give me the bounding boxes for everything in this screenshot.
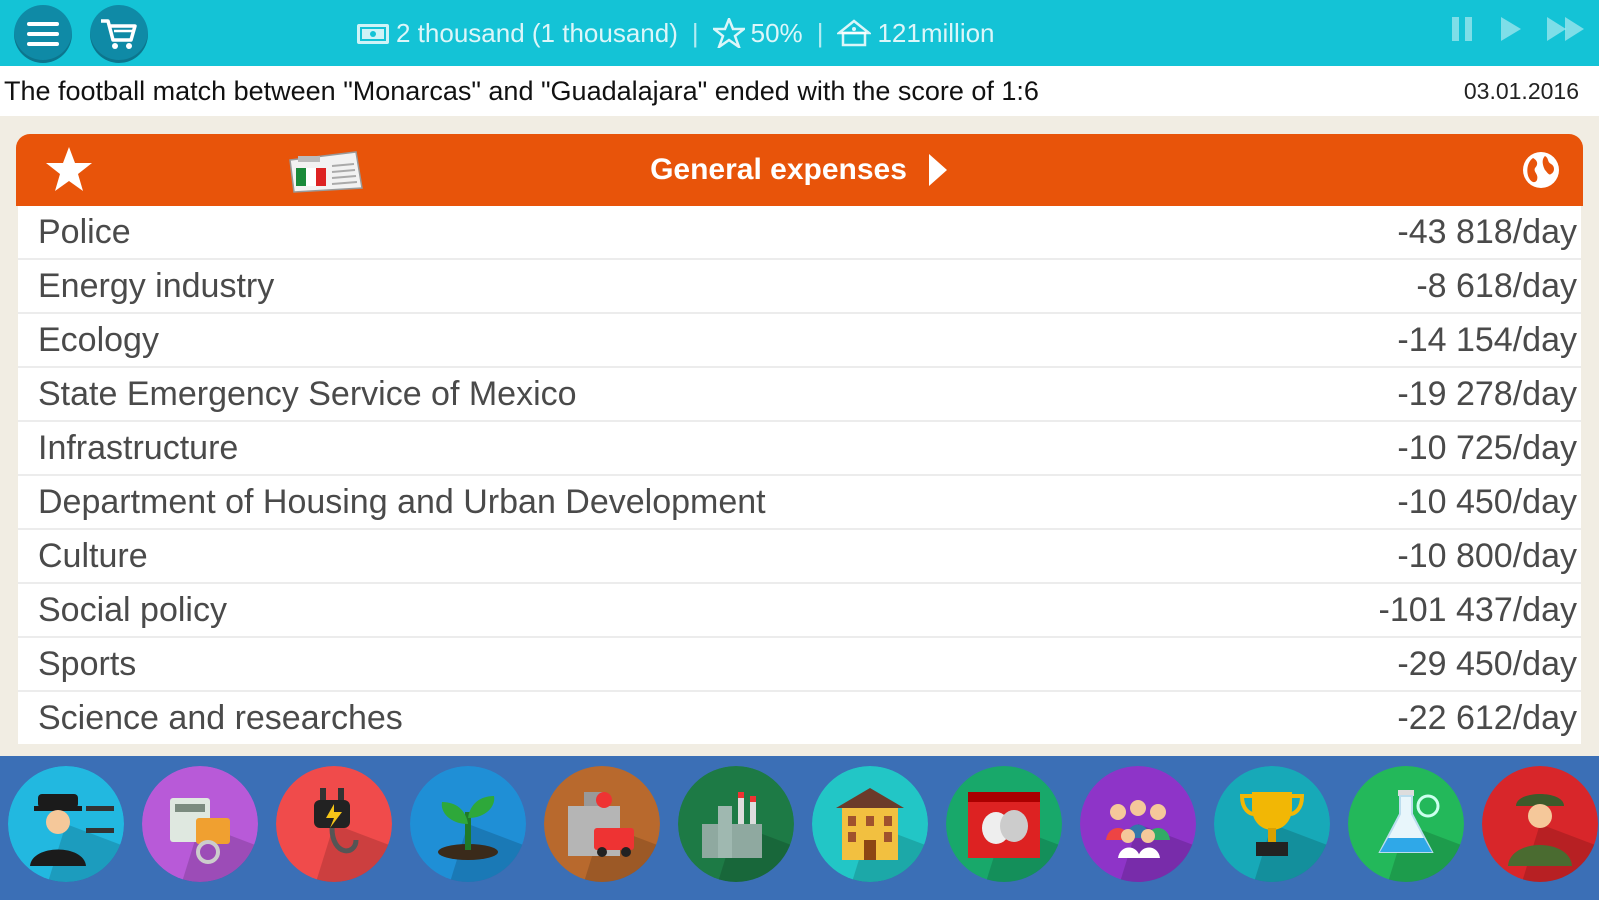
category-button-ecology[interactable]	[410, 766, 526, 882]
expense-amount: -10 450/day	[1397, 482, 1577, 521]
expense-name: Police	[38, 212, 131, 251]
expense-name: Science and researches	[38, 698, 403, 737]
play-button[interactable]	[1497, 14, 1523, 44]
soldier-icon	[1482, 766, 1598, 882]
factory-icon	[678, 766, 794, 882]
rating-value: 50%	[750, 17, 803, 48]
expense-row-infrastructure[interactable]: Infrastructure -10 725/day	[18, 422, 1581, 474]
play-icon	[1501, 17, 1521, 41]
expense-amount: -22 612/day	[1397, 698, 1577, 737]
population-value: 121million	[877, 17, 995, 48]
separator: |	[816, 17, 824, 48]
ecology-sprout-icon	[410, 766, 526, 882]
chevron-right-icon	[928, 154, 947, 186]
game-date: 03.01.2016	[1463, 77, 1579, 104]
top-bar: 2 thousand (1 thousand) | 50% | 121milli…	[0, 0, 1599, 66]
expense-amount: -10 800/day	[1397, 536, 1577, 575]
trophy-icon	[1214, 766, 1330, 882]
category-button-social[interactable]	[1080, 766, 1196, 882]
category-button-power[interactable]	[276, 766, 392, 882]
shopping-cart-icon	[101, 19, 137, 49]
menu-button[interactable]	[14, 5, 72, 63]
fast-forward-icon	[1547, 17, 1584, 41]
housing-icon	[812, 766, 928, 882]
theater-masks-icon	[946, 766, 1062, 882]
police-icon	[8, 766, 124, 882]
panel-title: General expenses	[650, 153, 907, 186]
expense-name: State Emergency Service of Mexico	[38, 374, 577, 413]
category-button-industry[interactable]	[678, 766, 794, 882]
expense-name: Energy industry	[38, 266, 275, 305]
pause-icon	[1452, 17, 1472, 41]
expense-row-culture[interactable]: Culture -10 800/day	[18, 530, 1581, 582]
globe-icon	[1523, 152, 1559, 188]
population-icon	[837, 19, 872, 47]
expense-amount: -10 725/day	[1397, 428, 1577, 467]
category-button-culture[interactable]	[946, 766, 1062, 882]
news-headline: The football match between "Monarcas" an…	[4, 75, 1039, 106]
expense-row-ecology[interactable]: Ecology -14 154/day	[18, 314, 1581, 366]
expense-row-emergency-service[interactable]: State Emergency Service of Mexico -19 27…	[18, 368, 1581, 420]
news-ticker[interactable]: The football match between "Monarcas" an…	[0, 66, 1599, 116]
expense-row-energy-industry[interactable]: Energy industry -8 618/day	[18, 260, 1581, 312]
expense-amount: -14 154/day	[1397, 320, 1577, 359]
category-button-housing[interactable]	[812, 766, 928, 882]
rating-star-icon	[712, 18, 745, 48]
fast-forward-button[interactable]	[1545, 14, 1587, 44]
expense-name: Culture	[38, 536, 148, 575]
globe-button[interactable]	[1521, 150, 1561, 195]
expense-name: Ecology	[38, 320, 159, 359]
expense-row-social-policy[interactable]: Social policy -101 437/day	[18, 584, 1581, 636]
money-value: 2 thousand (1 thousand)	[396, 17, 678, 48]
science-flask-icon	[1348, 766, 1464, 882]
separator: |	[691, 17, 699, 48]
panel-title-switcher[interactable]: General expenses	[16, 134, 1583, 206]
expense-name: Department of Housing and Urban Developm…	[38, 482, 766, 521]
category-button-science[interactable]	[1348, 766, 1464, 882]
panel-header: General expenses	[16, 134, 1583, 206]
expense-name: Sports	[38, 644, 137, 683]
expense-amount: -19 278/day	[1397, 374, 1577, 413]
expense-row-housing[interactable]: Department of Housing and Urban Developm…	[18, 476, 1581, 528]
category-button-energy[interactable]	[142, 766, 258, 882]
money-icon	[356, 20, 390, 46]
hamburger-menu-icon	[27, 22, 59, 46]
expense-row-science[interactable]: Science and researches -22 612/day	[18, 692, 1581, 744]
expense-list[interactable]: Police -43 818/day Energy industry -8 61…	[18, 206, 1581, 744]
expense-name: Social policy	[38, 590, 227, 629]
status-stats: 2 thousand (1 thousand) | 50% | 121milli…	[356, 14, 995, 52]
category-bar	[0, 756, 1599, 900]
category-button-fire-station[interactable]	[544, 766, 660, 882]
expense-row-sports[interactable]: Sports -29 450/day	[18, 638, 1581, 690]
expense-name: Infrastructure	[38, 428, 239, 467]
expense-amount: -8 618/day	[1416, 266, 1577, 305]
energy-icon	[142, 766, 258, 882]
people-icon	[1080, 766, 1196, 882]
expense-amount: -101 437/day	[1378, 590, 1578, 629]
category-button-military[interactable]	[1482, 766, 1598, 882]
game-speed-controls	[1449, 14, 1587, 44]
pause-button[interactable]	[1449, 14, 1475, 44]
category-button-police[interactable]	[8, 766, 124, 882]
expense-row-police[interactable]: Police -43 818/day	[18, 206, 1581, 258]
expense-amount: -29 450/day	[1397, 644, 1577, 683]
power-plug-icon	[276, 766, 392, 882]
category-button-sports[interactable]	[1214, 766, 1330, 882]
shop-button[interactable]	[90, 5, 148, 63]
fire-station-icon	[544, 766, 660, 882]
expense-amount: -43 818/day	[1397, 212, 1577, 251]
